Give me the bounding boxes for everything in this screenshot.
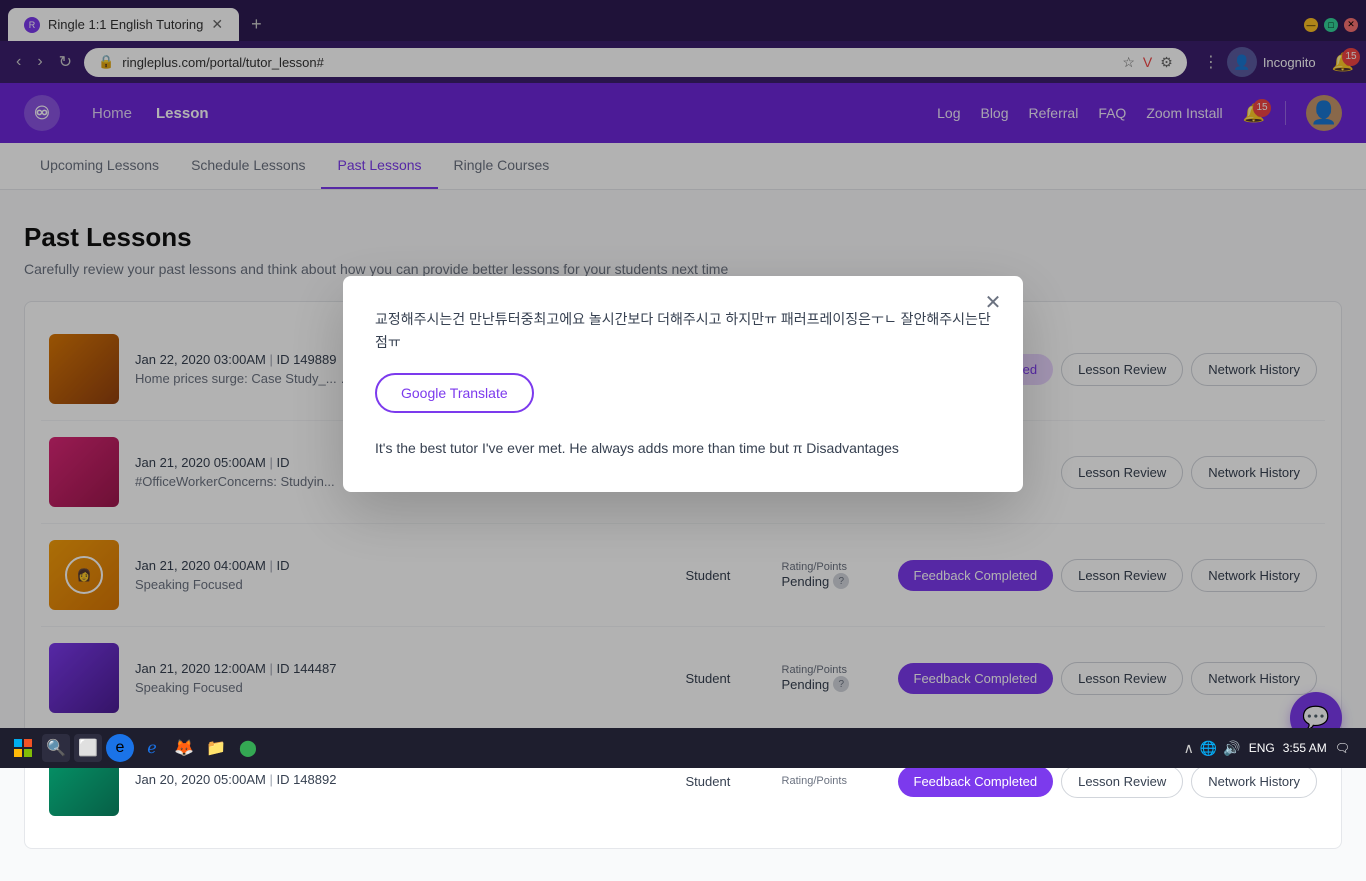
modal-close-button[interactable]: ✕	[979, 288, 1007, 316]
taskbar-volume-icon[interactable]: 🔊	[1223, 740, 1240, 757]
taskbar-search-icon[interactable]: 🔍	[42, 734, 70, 762]
modal-english-text: It's the best tutor I've ever met. He al…	[375, 437, 991, 459]
taskbar-notification-icon[interactable]: 🗨	[1335, 741, 1350, 755]
lesson-id: ID 148892	[276, 772, 336, 787]
taskbar-folder-icon[interactable]: 📁	[202, 734, 230, 762]
taskbar-time: 3:55 AM	[1283, 741, 1327, 755]
lesson-info: Jan 20, 2020 05:00AM | ID 148892	[135, 772, 670, 791]
rating-label: Rating/Points	[782, 775, 882, 787]
lesson-date: Jan 20, 2020 05:00AM	[135, 772, 266, 787]
taskbar-firefox-icon[interactable]: 🦊	[170, 734, 198, 762]
taskbar-chevron-icon[interactable]: ∧	[1184, 740, 1194, 757]
modal-overlay[interactable]: ✕ 교정해주시는건 만난튜터중최고에요 놀시간보다 더해주시고 하지만ㅠ 패러프…	[0, 0, 1366, 768]
taskbar-ie-icon[interactable]: ℯ	[138, 734, 166, 762]
taskbar-right: ∧ 🌐 🔊 ENG 3:55 AM 🗨	[1184, 740, 1358, 757]
taskbar-task-view-icon[interactable]: ⬜	[74, 734, 102, 762]
taskbar-edge-icon[interactable]: e	[106, 734, 134, 762]
modal-korean-text: 교정해주시는건 만난튜터중최고에요 놀시간보다 더해주시고 하지만ㅠ 패러프레이…	[375, 308, 991, 353]
feedback-completed-button[interactable]: Feedback Completed	[898, 766, 1054, 797]
taskbar-chrome-icon[interactable]: ⬤	[234, 734, 262, 762]
modal-dialog: ✕ 교정해주시는건 만난튜터중최고에요 놀시간보다 더해주시고 하지만ㅠ 패러프…	[343, 276, 1023, 491]
taskbar: 🔍 ⬜ e ℯ 🦊 📁 ⬤ ∧ 🌐 🔊 ENG 3:55 AM 🗨	[0, 728, 1366, 768]
rating-section: Rating/Points	[782, 775, 882, 787]
taskbar-system-icons: ∧ 🌐 🔊	[1184, 740, 1241, 757]
taskbar-start-button[interactable]	[8, 733, 38, 763]
lesson-review-button[interactable]: Lesson Review	[1061, 765, 1183, 798]
lesson-actions: Feedback Completed Lesson Review Network…	[898, 765, 1317, 798]
taskbar-network-icon[interactable]: 🌐	[1200, 740, 1217, 757]
lesson-meta: Jan 20, 2020 05:00AM | ID 148892	[135, 772, 670, 787]
google-translate-button[interactable]: Google Translate	[375, 373, 534, 413]
network-history-button[interactable]: Network History	[1191, 765, 1317, 798]
student-label: Student	[686, 774, 766, 789]
taskbar-lang: ENG	[1249, 741, 1275, 755]
